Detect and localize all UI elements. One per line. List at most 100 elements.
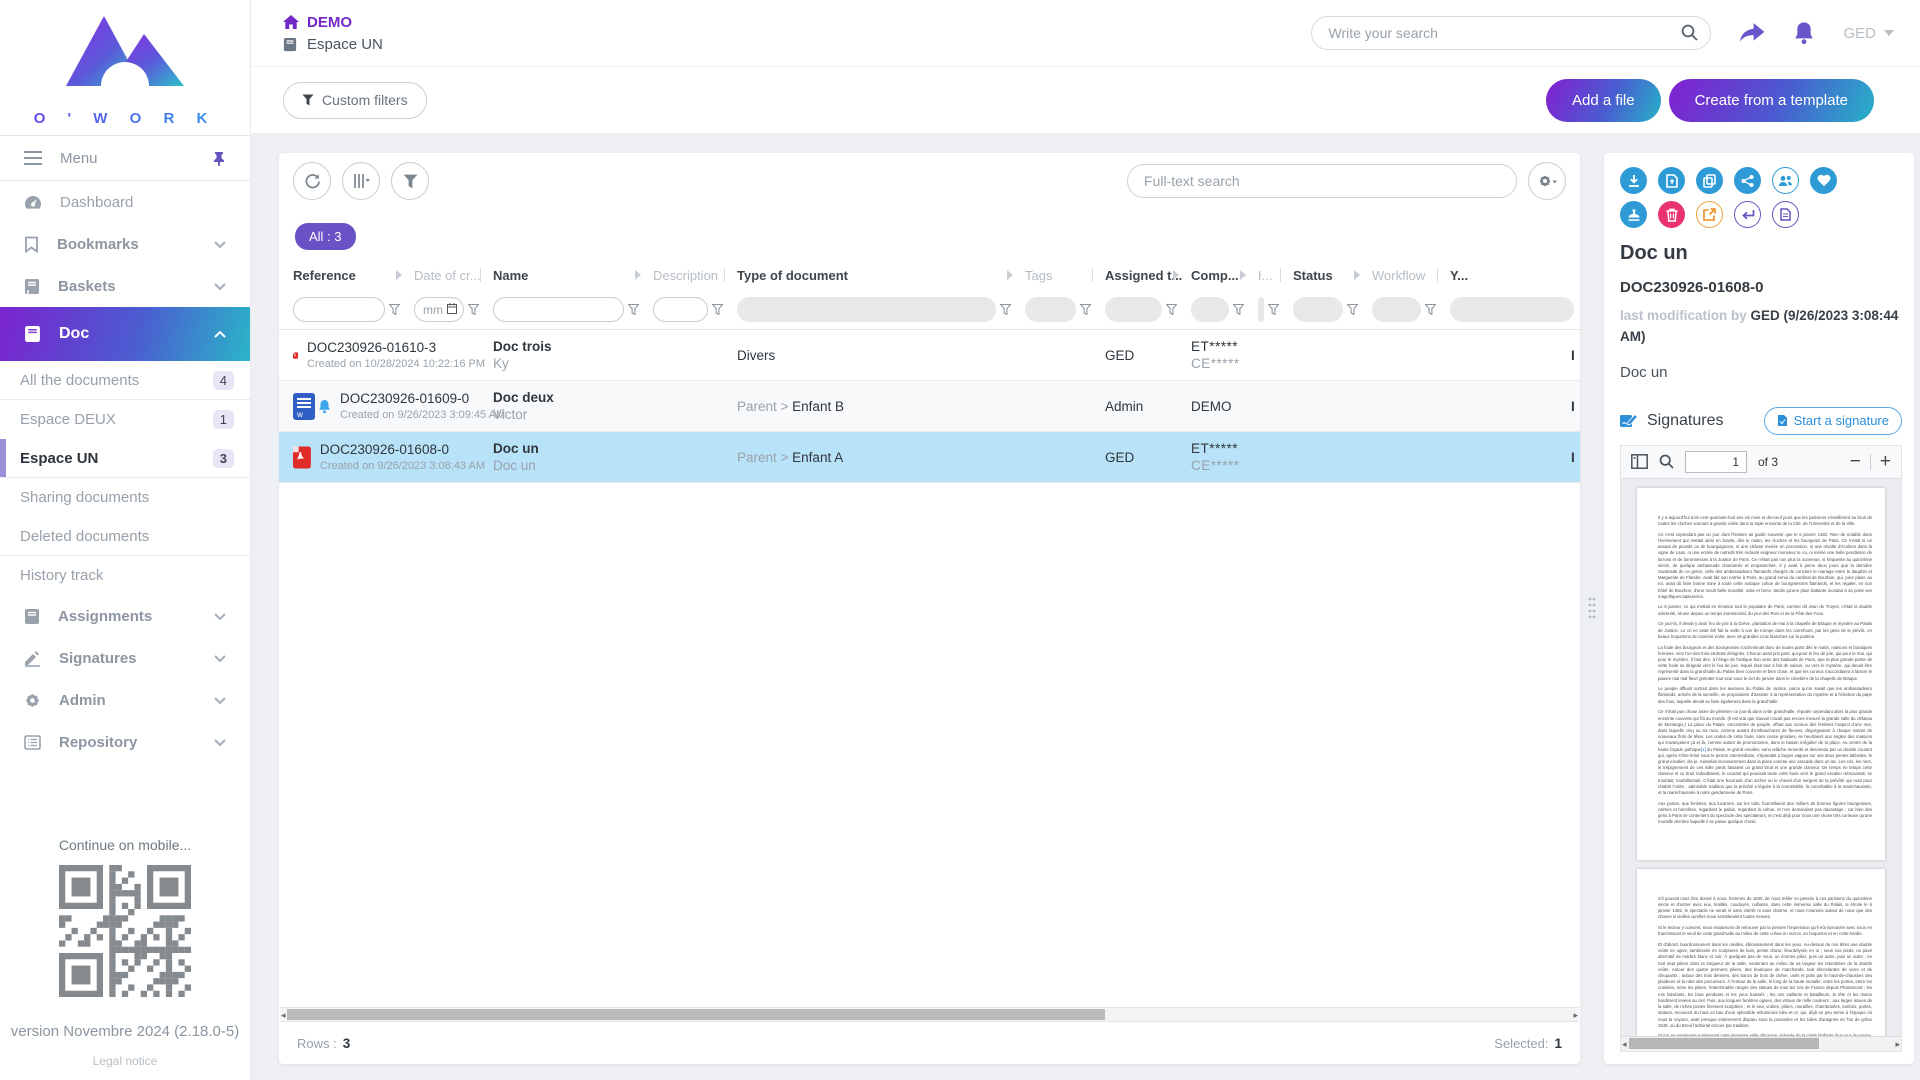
- sidebar-item-repository[interactable]: Repository: [0, 721, 250, 763]
- pdf-horizontal-scrollbar[interactable]: ◂ ▸: [1621, 1036, 1901, 1051]
- page-number-input[interactable]: [1685, 451, 1747, 473]
- scrollbar-thumb[interactable]: [1629, 1038, 1819, 1049]
- sidebar-item-espace-un[interactable]: Espace UN 3: [0, 439, 250, 478]
- column-header-tags[interactable]: Tags: [1017, 268, 1097, 283]
- start-signature-button[interactable]: Start a signature: [1764, 407, 1902, 435]
- table-row-selected[interactable]: DOC230926-01608-0 Created on 9/26/2023 3…: [279, 432, 1580, 483]
- sidebar-item-deleted-documents[interactable]: Deleted documents: [0, 517, 250, 556]
- file-upload-icon[interactable]: [1658, 167, 1685, 194]
- sidebar-item-baskets[interactable]: Baskets: [0, 265, 250, 307]
- sidebar-item-sharing-documents[interactable]: Sharing documents: [0, 478, 250, 517]
- breadcrumb-space[interactable]: Espace UN: [283, 36, 383, 53]
- funnel-icon[interactable]: [712, 304, 723, 315]
- add-file-button[interactable]: Add a file: [1546, 79, 1661, 122]
- return-icon[interactable]: [1734, 201, 1761, 228]
- filter-type-input[interactable]: [737, 297, 996, 322]
- sidebar-item-bookmarks[interactable]: Bookmarks: [0, 223, 250, 265]
- search-icon[interactable]: [1681, 24, 1698, 41]
- sidebar-item-history-track[interactable]: History track: [0, 556, 250, 595]
- column-header-reference[interactable]: Reference: [285, 268, 406, 283]
- sidebar-item-all-documents[interactable]: All the documents 4: [0, 361, 250, 400]
- sidebar-toggle-icon[interactable]: [1631, 454, 1648, 469]
- share-icon[interactable]: [1739, 22, 1765, 45]
- legal-notice-link[interactable]: Legal notice: [0, 1054, 250, 1068]
- column-header-assigned[interactable]: Assigned t...: [1097, 268, 1183, 283]
- table-settings-button[interactable]: [1528, 162, 1566, 200]
- funnel-icon[interactable]: [628, 304, 639, 315]
- filter-i-input[interactable]: [1258, 297, 1264, 322]
- column-header-i[interactable]: I...: [1250, 268, 1285, 283]
- zoom-in-button[interactable]: +: [1880, 452, 1891, 471]
- sidebar-menu-toggle[interactable]: Menu: [0, 135, 250, 181]
- pdf-pages[interactable]: Il y a aujourd'hui trois cent quarante-h…: [1621, 479, 1901, 1036]
- scrollbar-thumb[interactable]: [287, 1009, 1105, 1020]
- table-row[interactable]: DOC230926-01610-3 Created on 10/28/2024 …: [279, 330, 1580, 381]
- filter-reference-input[interactable]: [293, 297, 385, 322]
- sidebar-item-signatures[interactable]: Signatures: [0, 637, 250, 679]
- column-header-comp[interactable]: Comp...: [1183, 268, 1250, 283]
- table-horizontal-scrollbar[interactable]: ◂ ▸: [280, 1007, 1579, 1022]
- filter-tags-input[interactable]: [1025, 297, 1076, 322]
- column-header-workflow[interactable]: Workflow: [1364, 268, 1442, 283]
- global-search-input[interactable]: [1311, 16, 1711, 50]
- zoom-out-button[interactable]: −: [1850, 452, 1861, 471]
- document-icon[interactable]: [1772, 201, 1799, 228]
- bell-icon[interactable]: [1793, 21, 1815, 45]
- column-header-name[interactable]: Name: [485, 268, 645, 283]
- column-header-type[interactable]: Type of document: [729, 268, 1017, 283]
- refresh-button[interactable]: [293, 162, 331, 200]
- sidebar-item-doc[interactable]: Doc: [0, 307, 250, 361]
- funnel-icon[interactable]: [1347, 304, 1358, 315]
- panel-resize-handle[interactable]: [1580, 153, 1604, 1064]
- filter-assigned-input[interactable]: [1105, 297, 1162, 322]
- external-link-icon[interactable]: [1696, 201, 1723, 228]
- download-icon[interactable]: [1620, 167, 1647, 194]
- sidebar-item-dashboard[interactable]: Dashboard: [0, 181, 250, 223]
- fulltext-search-input[interactable]: [1127, 164, 1517, 198]
- trash-icon[interactable]: [1658, 201, 1685, 228]
- scroll-left-icon[interactable]: ◂: [281, 1010, 286, 1021]
- tab-all[interactable]: All : 3: [295, 223, 356, 250]
- scroll-left-icon[interactable]: ◂: [1622, 1039, 1627, 1050]
- columns-button[interactable]: [342, 162, 380, 200]
- filter-workflow-input[interactable]: [1372, 297, 1421, 322]
- stamp-icon[interactable]: [1620, 201, 1647, 228]
- column-header-description[interactable]: Description: [645, 268, 729, 283]
- funnel-icon[interactable]: [389, 304, 400, 315]
- scroll-right-icon[interactable]: ▸: [1573, 1010, 1578, 1021]
- filter-status-input[interactable]: [1293, 297, 1343, 322]
- copy-icon[interactable]: [1696, 167, 1723, 194]
- filter-name-input[interactable]: [493, 297, 624, 322]
- sidebar-item-espace-deux[interactable]: Espace DEUX 1: [0, 400, 250, 439]
- funnel-icon[interactable]: [1268, 304, 1279, 315]
- funnel-icon[interactable]: [1166, 304, 1177, 315]
- pin-icon[interactable]: [212, 151, 226, 166]
- menu-label: Menu: [60, 150, 98, 167]
- sidebar-item-assignments[interactable]: Assignments: [0, 595, 250, 637]
- users-icon[interactable]: [1772, 167, 1799, 194]
- table-row[interactable]: w DOC230926-01609-0 Created on 9/26/2023…: [279, 381, 1580, 432]
- calendar-icon[interactable]: [447, 303, 457, 314]
- panel-doc-reference: DOC230926-01608-0: [1620, 279, 1902, 296]
- heart-icon[interactable]: [1810, 167, 1837, 194]
- column-header-y[interactable]: Y...: [1442, 268, 1580, 283]
- share-icon[interactable]: [1734, 167, 1761, 194]
- user-menu[interactable]: GED: [1843, 25, 1894, 42]
- filter-comp-input[interactable]: [1191, 297, 1229, 322]
- column-header-date[interactable]: Date of cr...: [406, 268, 485, 283]
- funnel-icon[interactable]: [1233, 304, 1244, 315]
- custom-filters-button[interactable]: Custom filters: [283, 82, 427, 119]
- scroll-right-icon[interactable]: ▸: [1895, 1039, 1900, 1050]
- filter-description-input[interactable]: [653, 297, 708, 322]
- funnel-icon[interactable]: [1000, 304, 1011, 315]
- funnel-icon[interactable]: [468, 304, 479, 315]
- breadcrumb-site[interactable]: DEMO: [283, 14, 383, 31]
- sidebar-item-admin[interactable]: Admin: [0, 679, 250, 721]
- funnel-icon[interactable]: [1425, 304, 1436, 315]
- column-header-status[interactable]: Status: [1285, 268, 1364, 283]
- funnel-icon[interactable]: [1080, 304, 1091, 315]
- create-from-template-button[interactable]: Create from a template: [1669, 79, 1874, 122]
- filter-y-input[interactable]: [1450, 297, 1574, 322]
- filter-button[interactable]: [391, 162, 429, 200]
- search-icon[interactable]: [1659, 454, 1674, 469]
